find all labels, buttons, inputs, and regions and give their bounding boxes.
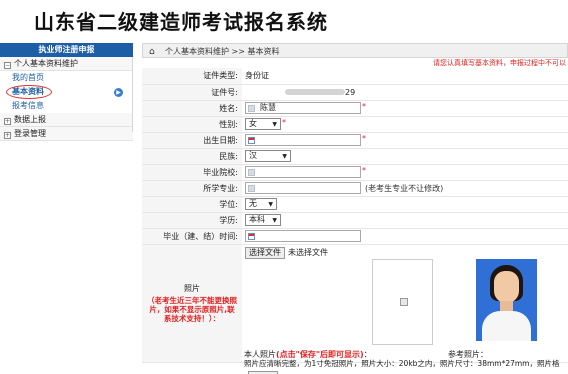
required-marker: *: [362, 102, 366, 111]
sidebar-divider: [132, 57, 133, 132]
calendar-icon: [248, 137, 255, 144]
gender-select-value: 女: [249, 119, 257, 128]
degree-label: 学位:: [142, 196, 242, 213]
form-row: 出生日期: *: [142, 132, 568, 149]
breadcrumb: ⌂ 个人基本资料维护 >> 基本资料: [142, 43, 568, 58]
gender-select[interactable]: 女 ▼: [245, 118, 281, 130]
required-marker: *: [282, 118, 286, 127]
breadcrumb-text: 个人基本资料维护 >> 基本资料: [165, 47, 280, 56]
home-icon[interactable]: ⌂: [149, 45, 159, 60]
sidebar-group-profile[interactable]: − 个人基本资料维护: [0, 57, 133, 71]
reference-photo: [476, 258, 537, 341]
required-marker: *: [362, 166, 366, 175]
form-row: 证件号: 29: [142, 84, 568, 101]
sidebar-group-upload[interactable]: + 数据上报: [0, 113, 133, 127]
photo-face: [494, 270, 519, 303]
id-number-label: 证件号:: [142, 84, 242, 101]
person-icon: [248, 105, 255, 112]
photo-warning: （老考生近三年不能更换照片，如果不显示原照片,联系技术支持！）：: [147, 296, 237, 323]
app-header: 山东省二级建造师考试报名系统: [0, 0, 568, 38]
form-row: 所学专业: (老考生专业不让修改): [142, 180, 568, 197]
school-icon: [248, 169, 255, 176]
id-number-value: 29: [345, 87, 356, 97]
form-row: 毕业院校: *: [142, 164, 568, 181]
chevron-down-icon: ▼: [272, 121, 277, 128]
ethnicity-label: 民族:: [142, 148, 242, 165]
photo-label: 照片: [184, 284, 200, 293]
form-row: 学历: 本科 ▼: [142, 212, 568, 229]
birth-date-input[interactable]: [245, 134, 361, 146]
degree-select[interactable]: 无 ▼: [245, 198, 277, 210]
name-input-value: 陈慧: [260, 103, 276, 112]
photo-cell: 选择文件 未选择文件 本人照片(点击"保存"后即可显示)： 参考照片： 照片应清晰…: [242, 244, 568, 368]
id-type-value: 身份证: [245, 71, 269, 81]
ethnicity-select-value: 汉: [249, 151, 257, 160]
photo-requirement: 照片应清晰完整，为1寸免冠照片，照片大小：20kb之内，照片尺寸：38mm*27…: [244, 358, 560, 368]
ethnicity-select[interactable]: 汉 ▼: [245, 150, 291, 162]
book-icon: [248, 185, 255, 192]
grad-time-label: 毕业（建、结）时间:: [142, 228, 242, 245]
sidebar-group-label: 个人基本资料维护: [14, 59, 78, 68]
major-input[interactable]: [245, 182, 361, 194]
photo-label-cell: 照片 （老考生近三年不能更换照片，如果不显示原照片,联系技术支持！）：: [142, 244, 242, 363]
chevron-down-icon: ▼: [268, 201, 273, 208]
sidebar-group-label: 数据上报: [14, 115, 46, 124]
expand-icon: +: [4, 132, 11, 139]
id-type-label: 证件类型:: [142, 68, 242, 85]
form-row: 毕业（建、结）时间:: [142, 228, 568, 245]
gender-label: 性别:: [142, 116, 242, 133]
sidebar-item-home[interactable]: 我的首页: [0, 71, 133, 85]
education-select-value: 本科: [249, 215, 265, 224]
main-content: ⌂ 个人基本资料维护 >> 基本资料 请您认真填写基本资料，申报过程中不可以 证件…: [142, 43, 568, 374]
broken-image-icon: [400, 297, 408, 306]
form-row: 民族: 汉 ▼: [142, 148, 568, 165]
name-input[interactable]: 陈慧: [245, 102, 361, 114]
app-title: 山东省二级建造师考试报名系统: [34, 10, 328, 34]
sidebar-group-login[interactable]: + 登录管理: [0, 127, 133, 141]
form-row-photo: 照片 （老考生近三年不能更换照片，如果不显示原照片,联系技术支持！）： 选择文件…: [142, 244, 568, 368]
profile-form: 证件类型: 身份证 证件号: 29 姓名: 陈慧 * 性别: 女 ▼ * 出生日期: …: [142, 68, 568, 368]
form-row: 学位: 无 ▼: [142, 196, 568, 213]
calendar-icon: [248, 233, 255, 240]
sidebar-item-exam-info[interactable]: 报考信息: [0, 99, 133, 113]
file-status: 未选择文件: [288, 247, 328, 257]
birth-label: 出生日期:: [142, 132, 242, 149]
required-marker: *: [362, 134, 366, 143]
sidebar-group-label: 登录管理: [14, 129, 46, 138]
expand-icon: +: [4, 118, 11, 125]
photo-shirt: [482, 310, 531, 341]
sidebar: 执业师注册申报 − 个人基本资料维护 我的首页 基本资料 ▶ 报考信息 + 数据上报…: [0, 43, 133, 374]
form-row: 性别: 女 ▼ *: [142, 116, 568, 133]
grad-time-input[interactable]: [245, 230, 361, 242]
name-label: 姓名:: [142, 100, 242, 117]
highlight-circle: [6, 85, 52, 99]
education-select[interactable]: 本科 ▼: [245, 214, 281, 226]
education-label: 学历:: [142, 212, 242, 229]
degree-select-value: 无: [249, 199, 257, 208]
notice-text: 请您认真填写基本资料，申报过程中不可以: [433, 59, 566, 67]
school-input[interactable]: [245, 166, 361, 178]
choose-file-button[interactable]: 选择文件: [245, 246, 285, 259]
form-row: 证件类型: 身份证: [142, 68, 568, 85]
arrow-right-icon: ▶: [114, 88, 123, 97]
major-hint: (老考生专业不让修改): [365, 183, 444, 193]
sidebar-head: 执业师注册申报: [0, 43, 133, 57]
chevron-down-icon: ▼: [282, 153, 287, 160]
collapse-icon: −: [4, 62, 11, 69]
redacted-mask: [285, 89, 345, 95]
form-row: 姓名: 陈慧 *: [142, 100, 568, 117]
sidebar-item-basic-info[interactable]: 基本资料 ▶: [0, 85, 133, 99]
school-label: 毕业院校:: [142, 164, 242, 181]
major-label: 所学专业:: [142, 180, 242, 197]
own-photo-frame: [372, 258, 433, 345]
chevron-down-icon: ▼: [272, 217, 277, 224]
